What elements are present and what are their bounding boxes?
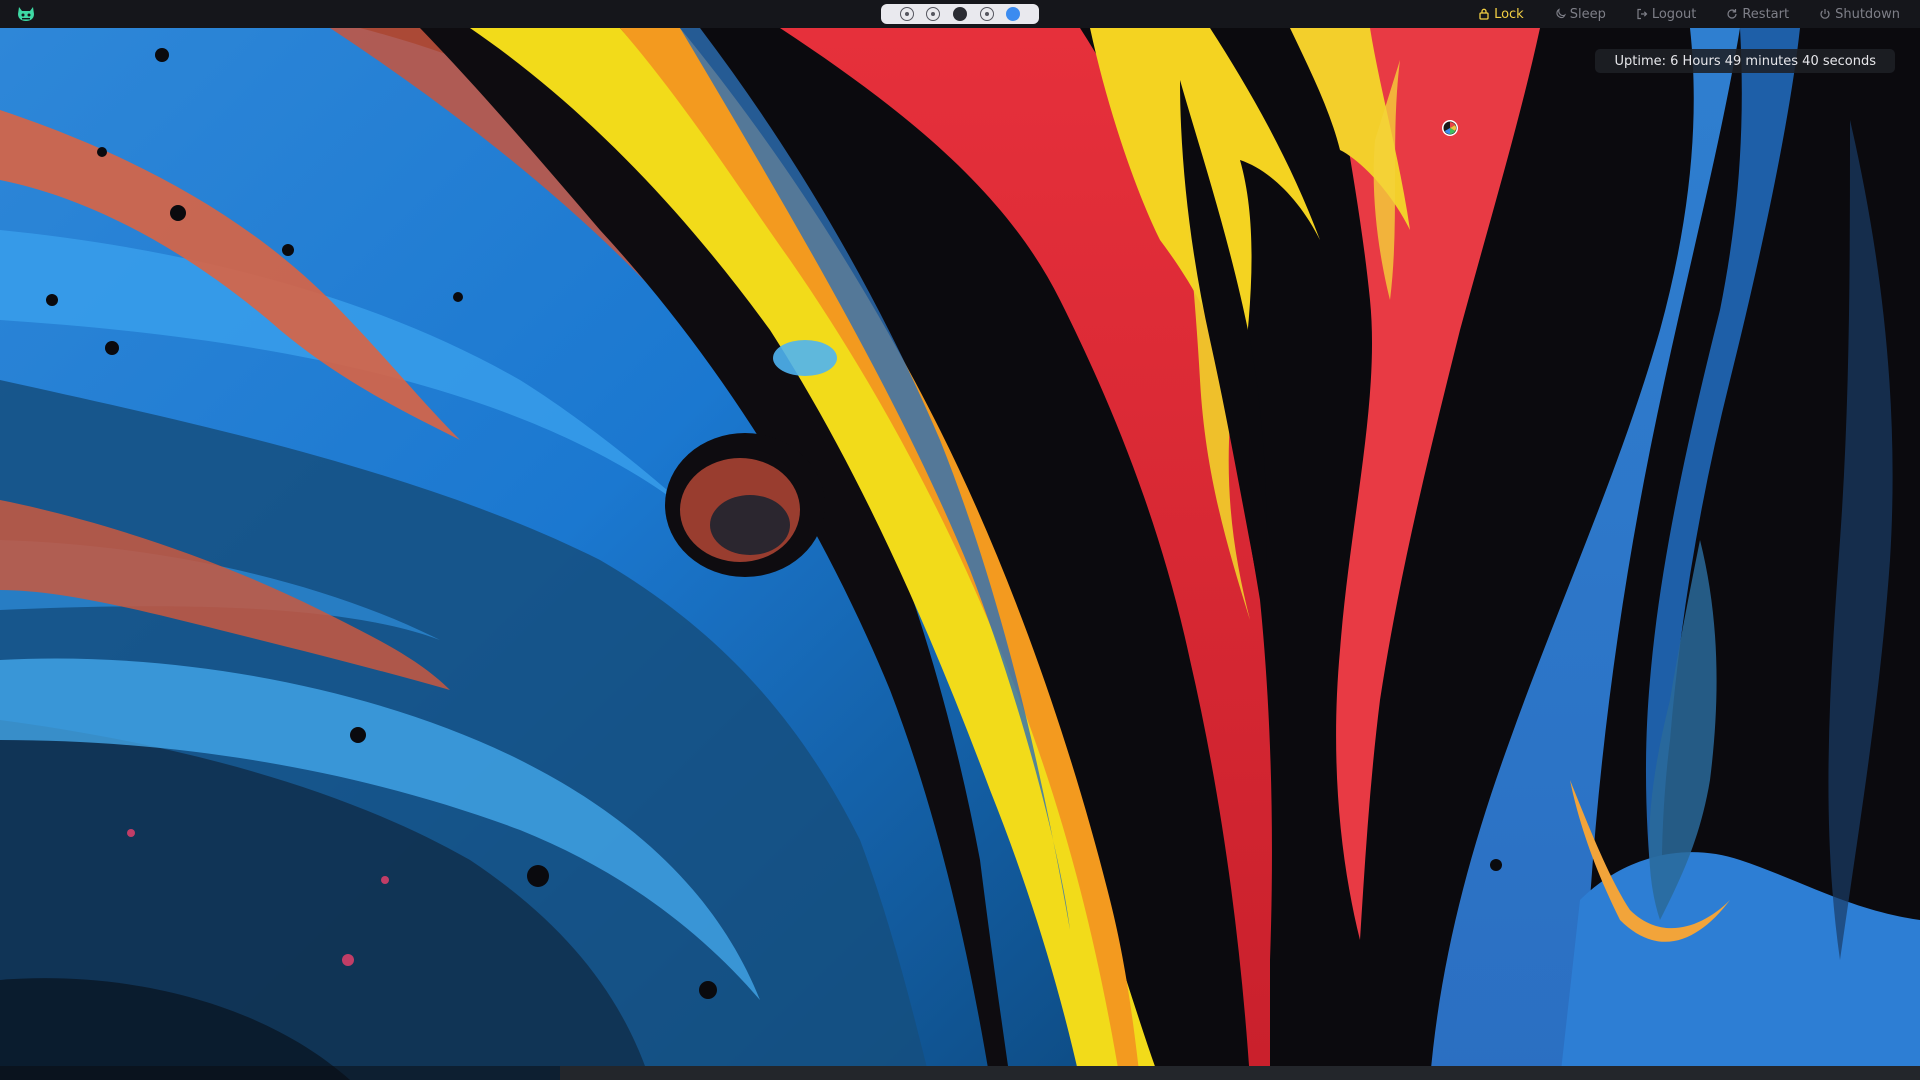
lock-button[interactable]: Lock — [1478, 7, 1524, 22]
restart-icon — [1727, 9, 1737, 19]
desktop-wallpaper — [0, 0, 1920, 1080]
uptime-widget: Uptime: 6 Hours 49 minutes 40 seconds — [1595, 49, 1895, 73]
sleep-label: Sleep — [1569, 6, 1606, 22]
app-logo-icon[interactable] — [16, 5, 36, 23]
workspace-switcher — [881, 4, 1039, 24]
sleep-button[interactable]: Sleep — [1554, 7, 1606, 22]
workspace-indicator-3[interactable] — [952, 7, 967, 21]
shutdown-label: Shutdown — [1835, 6, 1900, 22]
logout-icon — [1637, 8, 1648, 20]
logout-label: Logout — [1651, 6, 1697, 22]
logout-button[interactable]: Logout — [1636, 6, 1697, 22]
restart-button[interactable]: Restart — [1726, 7, 1789, 22]
lock-icon — [1479, 8, 1489, 20]
shutdown-button[interactable]: Shutdown — [1819, 7, 1900, 22]
power-icon — [1820, 9, 1830, 19]
busy-cursor-icon — [1442, 120, 1458, 136]
lock-label: Lock — [1494, 6, 1524, 22]
top-panel: Lock Sleep Logout Restart Shutdown — [0, 0, 1920, 28]
workspace-indicator-1[interactable] — [899, 7, 914, 21]
power-menu: Lock Sleep Logout Restart Shutdown — [1478, 0, 1900, 28]
restart-label: Restart — [1742, 6, 1790, 22]
desktop: Lock Sleep Logout Restart Shutdown Uptim… — [0, 0, 1920, 1080]
workspace-indicator-4[interactable] — [979, 7, 994, 21]
workspace-indicator-5[interactable] — [1006, 7, 1021, 21]
workspace-indicator-2[interactable] — [926, 7, 941, 21]
bottom-edge-bar — [560, 1066, 1920, 1080]
bottom-edge-left — [0, 1066, 560, 1080]
moon-icon — [1556, 8, 1566, 19]
